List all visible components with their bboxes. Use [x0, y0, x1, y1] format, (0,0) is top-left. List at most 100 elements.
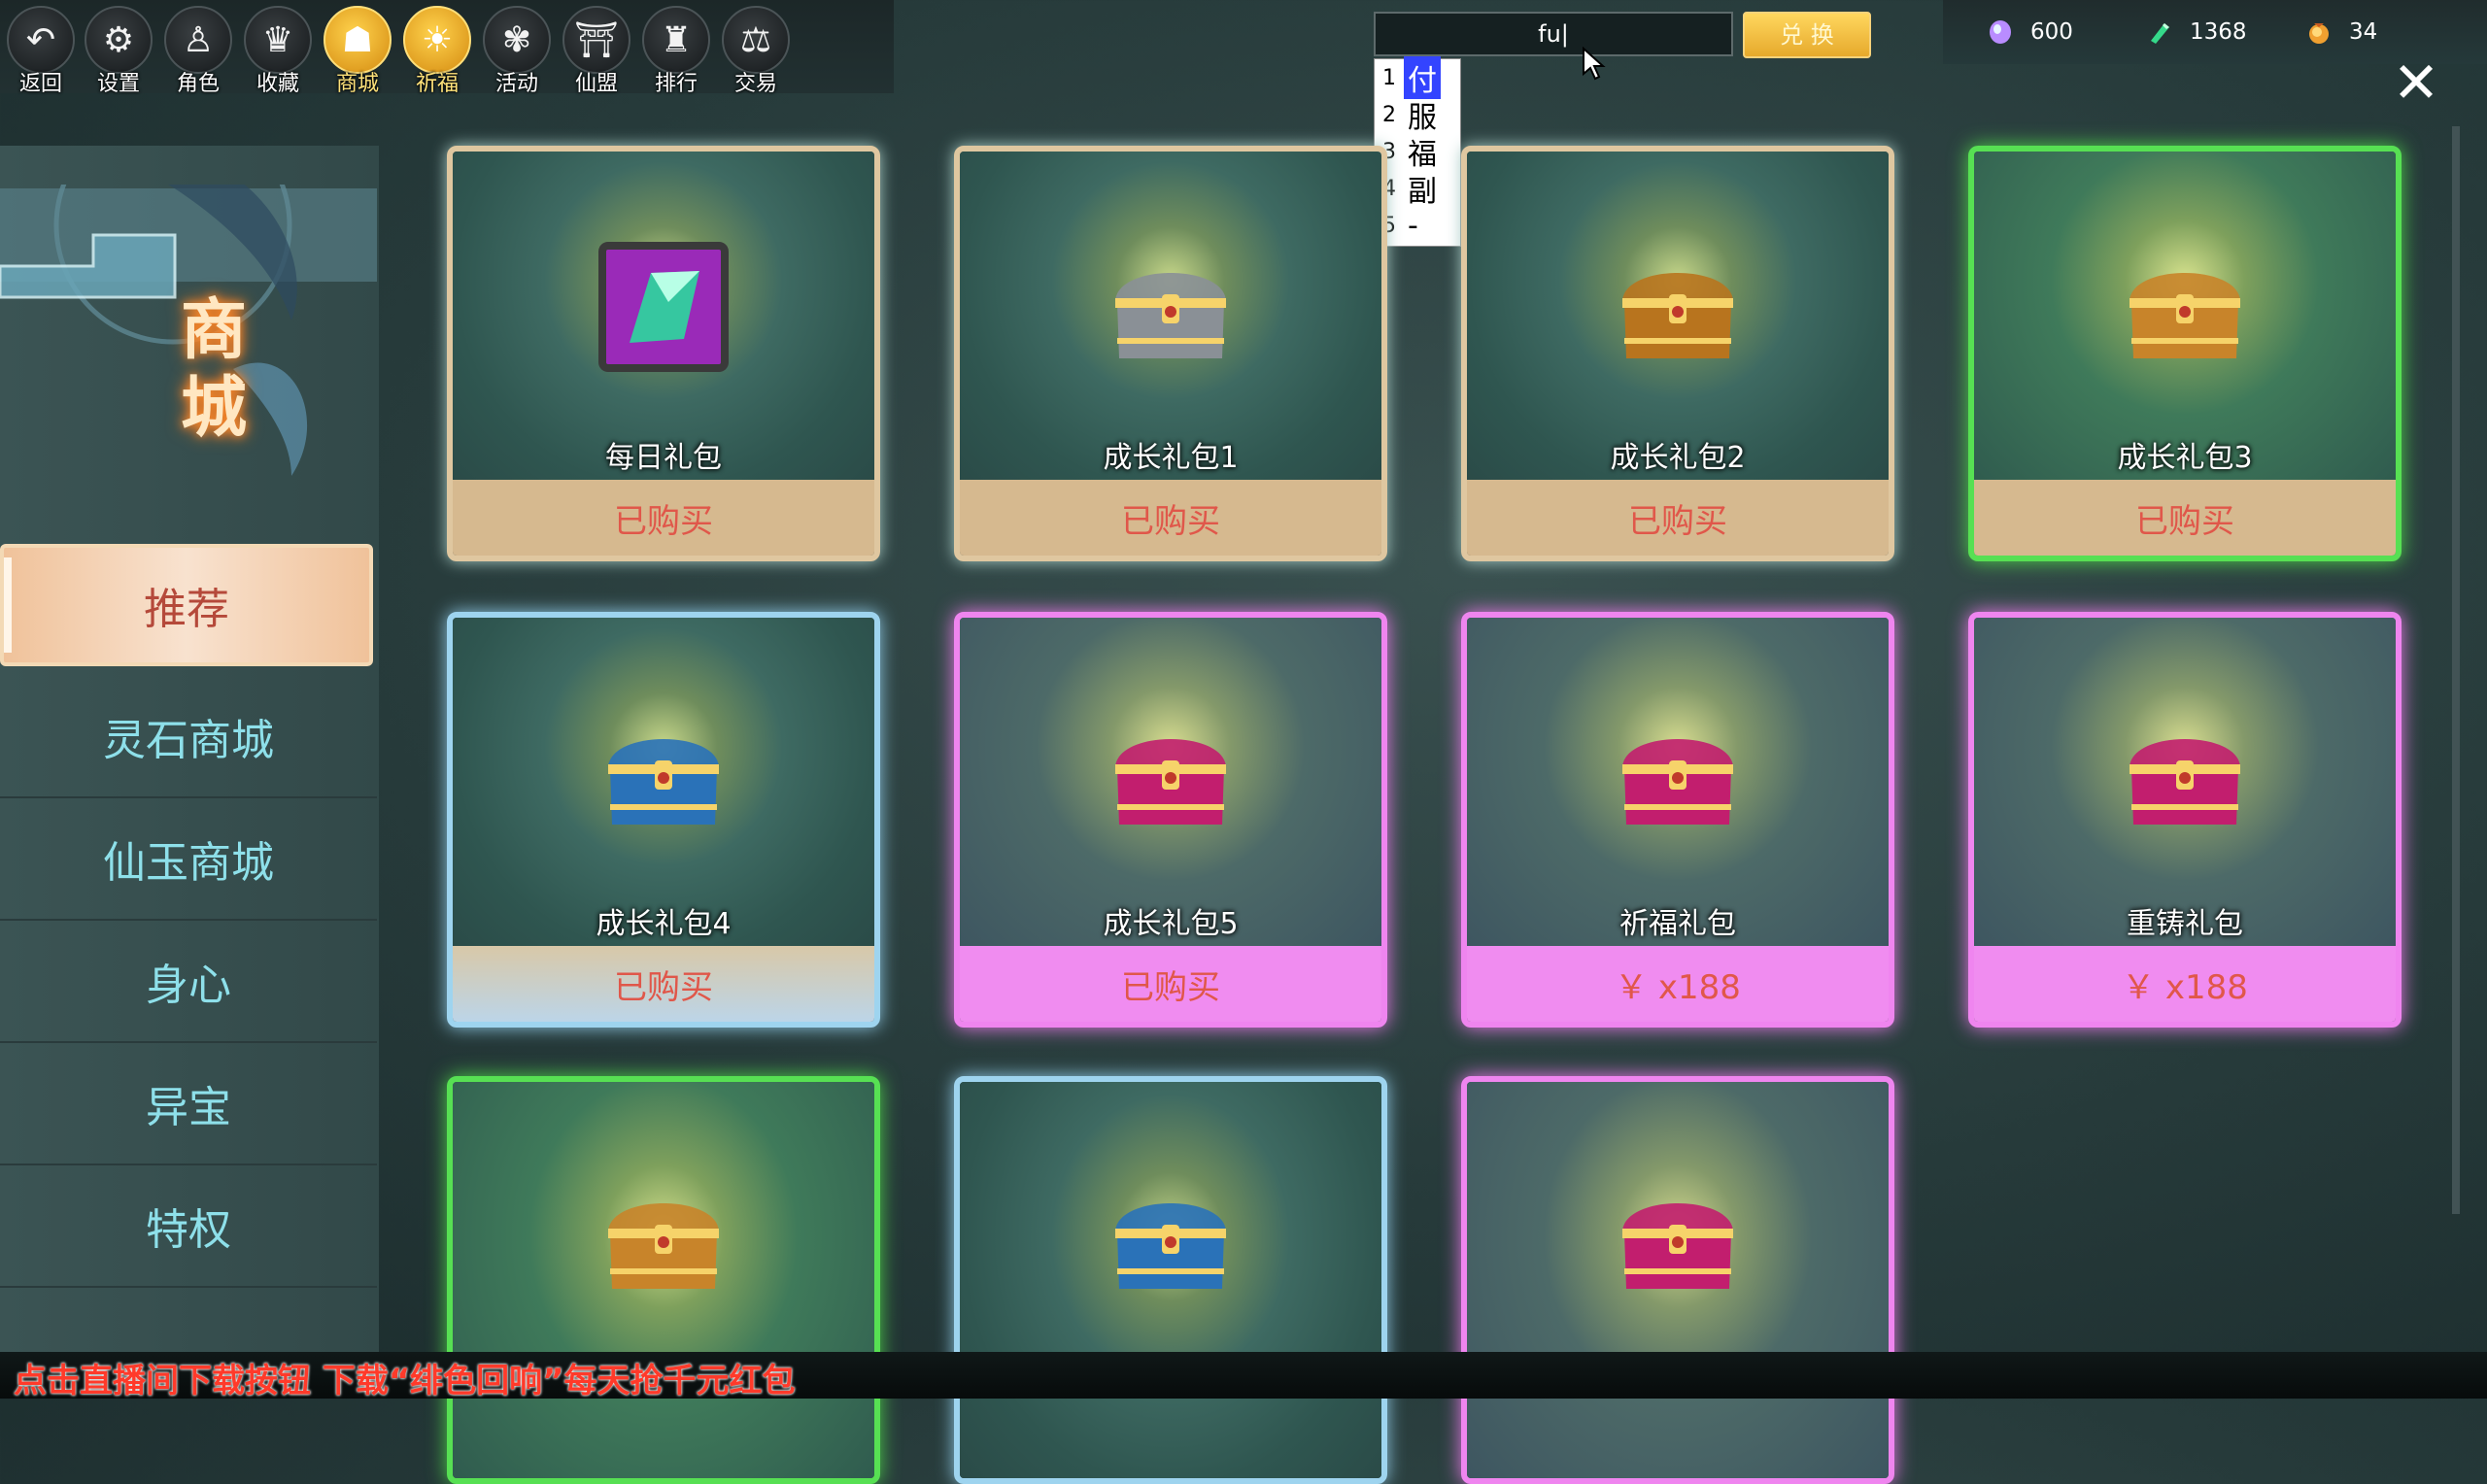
collection-icon: ♛ [244, 6, 312, 74]
gear-icon: ⚙ [85, 6, 153, 74]
category-recommended[interactable]: 推荐 [0, 544, 373, 666]
category-treasures[interactable]: 异宝 [0, 1043, 377, 1165]
product-price[interactable]: ￥ x188 [1974, 946, 2396, 1022]
product-card[interactable]: 每日礼包 已购买 [447, 146, 880, 561]
product-name: 祈福礼包 [1619, 907, 1736, 941]
toolbar-label: 收藏 [256, 72, 299, 96]
product-price: 已购买 [453, 480, 874, 556]
trade-button[interactable]: ⚖ 交易 [719, 6, 793, 96]
product-card[interactable] [1461, 1076, 1894, 1484]
pink-chest-icon [1605, 1164, 1751, 1310]
product-price: 已购买 [453, 946, 874, 1022]
trade-icon: ⚖ [722, 6, 790, 74]
crystal-icon [598, 242, 729, 372]
top-toolbar: ↶ 返回 ⚙ 设置 ♙ 角色 ♛ 收藏 ☗ 商城 ☀ 祈福 ✾ 活动 ⛩ 仙盟 … [0, 0, 894, 96]
scrollbar[interactable] [2452, 126, 2460, 1214]
ime-candidate[interactable]: 5 - [1375, 207, 1460, 244]
ime-candidate[interactable]: 4 副 [1375, 170, 1460, 209]
scrollbar-thumb[interactable] [2452, 126, 2460, 1214]
redeem-code-input[interactable] [1374, 12, 1733, 56]
banner-text: 点击直播间下载按钮 下载“绯色回响”每天抢千元红包 [14, 1362, 796, 1400]
ime-candidate-number: 1 [1382, 65, 1396, 90]
jade-balance: 1368 [2147, 16, 2247, 49]
pink-chest-icon [2112, 700, 2258, 846]
category-list: 推荐 灵石商城 仙玉商城 身心 异宝 特权 [0, 544, 377, 1288]
ime-candidate[interactable]: 1 付 [1375, 56, 1460, 99]
product-card[interactable] [447, 1076, 880, 1484]
ranking-button[interactable]: ♜ 排行 [639, 6, 713, 96]
spirit-gem-balance: 600 [1988, 16, 2073, 49]
exchange-button[interactable]: 兑 换 [1743, 12, 1871, 58]
category-privileges[interactable]: 特权 [0, 1165, 377, 1288]
product-card[interactable]: 成长礼包2 已购买 [1461, 146, 1894, 561]
ranking-icon: ♜ [642, 6, 710, 74]
jade-icon [2151, 23, 2169, 44]
category-jade-shop[interactable]: 仙玉商城 [0, 798, 377, 921]
toolbar-label: 祈福 [415, 72, 459, 96]
ime-candidate[interactable]: 2 服 [1375, 96, 1460, 135]
blessing-icon: ☀ [403, 6, 471, 74]
toolbar-label: 商城 [335, 72, 379, 96]
ime-candidate[interactable]: 3 福 [1375, 133, 1460, 172]
shop-sidebar: 商城 推荐 灵石商城 仙玉商城 身心 异宝 特权 [0, 146, 379, 1360]
blessing-button[interactable]: ☀ 祈福 [400, 6, 474, 96]
settings-button[interactable]: ⚙ 设置 [82, 6, 155, 96]
character-button[interactable]: ♙ 角色 [161, 6, 235, 96]
ime-candidate-number: 2 [1382, 102, 1396, 127]
pink-chest-icon [1098, 700, 1244, 846]
gold-chest-icon [591, 1164, 736, 1310]
product-price: 已购买 [960, 480, 1381, 556]
product-price[interactable]: ￥ x188 [1467, 946, 1889, 1022]
product-card[interactable]: 成长礼包3 已购买 [1968, 146, 2402, 561]
shop-title: 商城 [180, 291, 247, 447]
product-card[interactable]: 成长礼包5 已购买 [954, 612, 1387, 1028]
toolbar-label: 设置 [96, 72, 140, 96]
activity-button[interactable]: ✾ 活动 [480, 6, 554, 96]
product-name: 成长礼包4 [596, 907, 732, 941]
toolbar-label: 返回 [18, 72, 62, 96]
product-card[interactable] [954, 1076, 1387, 1484]
jade-value: 1368 [2190, 19, 2247, 45]
product-price: 已购买 [1467, 480, 1889, 556]
blue-chest-icon [1098, 1164, 1244, 1310]
spirit-gem-value: 600 [2030, 19, 2073, 45]
product-name: 成长礼包5 [1103, 907, 1239, 941]
guild-button[interactable]: ⛩ 仙盟 [560, 6, 633, 96]
product-card[interactable]: 成长礼包1 已购买 [954, 146, 1387, 561]
category-body-mind[interactable]: 身心 [0, 921, 377, 1043]
category-spirit-stone-shop[interactable]: 灵石商城 [0, 676, 377, 798]
product-price: 已购买 [960, 946, 1381, 1022]
product-price: 已购买 [1974, 480, 2396, 556]
back-button[interactable]: ↶ 返回 [4, 6, 78, 96]
silver-chest-icon [1098, 234, 1244, 380]
product-name: 成长礼包3 [2117, 441, 2253, 475]
coin-value: 34 [2349, 19, 2378, 45]
shop-icon: ☗ [324, 6, 392, 74]
collection-button[interactable]: ♛ 收藏 [241, 6, 315, 96]
activity-icon: ✾ [483, 6, 551, 74]
pink-chest-icon [1605, 700, 1751, 846]
product-card[interactable]: 祈福礼包 ￥ x188 [1461, 612, 1894, 1028]
product-name: 成长礼包2 [1610, 441, 1746, 475]
back-arrow-icon: ↶ [7, 6, 75, 74]
toolbar-label: 排行 [654, 72, 698, 96]
gold-chest-icon [2112, 234, 2258, 380]
character-icon: ♙ [164, 6, 232, 74]
product-card[interactable]: 重铸礼包 ￥ x188 [1968, 612, 2402, 1028]
bottom-banner: 点击直播间下载按钮 下载“绯色回响”每天抢千元红包 [0, 1352, 2487, 1400]
shop-button[interactable]: ☗ 商城 [321, 6, 394, 96]
blue-chest-icon [591, 700, 736, 846]
spirit-gem-icon [1990, 20, 2011, 44]
ime-candidate-char: - [1408, 208, 1418, 243]
toolbar-label: 角色 [176, 72, 220, 96]
gold-chest-icon [1605, 234, 1751, 380]
mouse-cursor-icon [1583, 47, 1606, 81]
coin-balance: 34 [2306, 16, 2377, 49]
product-name: 重铸礼包 [2127, 907, 2243, 941]
toolbar-label: 活动 [494, 72, 538, 96]
coin-bag-icon [2309, 23, 2329, 44]
product-card[interactable]: 成长礼包4 已购买 [447, 612, 880, 1028]
close-button[interactable]: ✕ [2392, 54, 2440, 111]
guild-icon: ⛩ [562, 6, 630, 74]
product-name: 每日礼包 [605, 441, 722, 475]
